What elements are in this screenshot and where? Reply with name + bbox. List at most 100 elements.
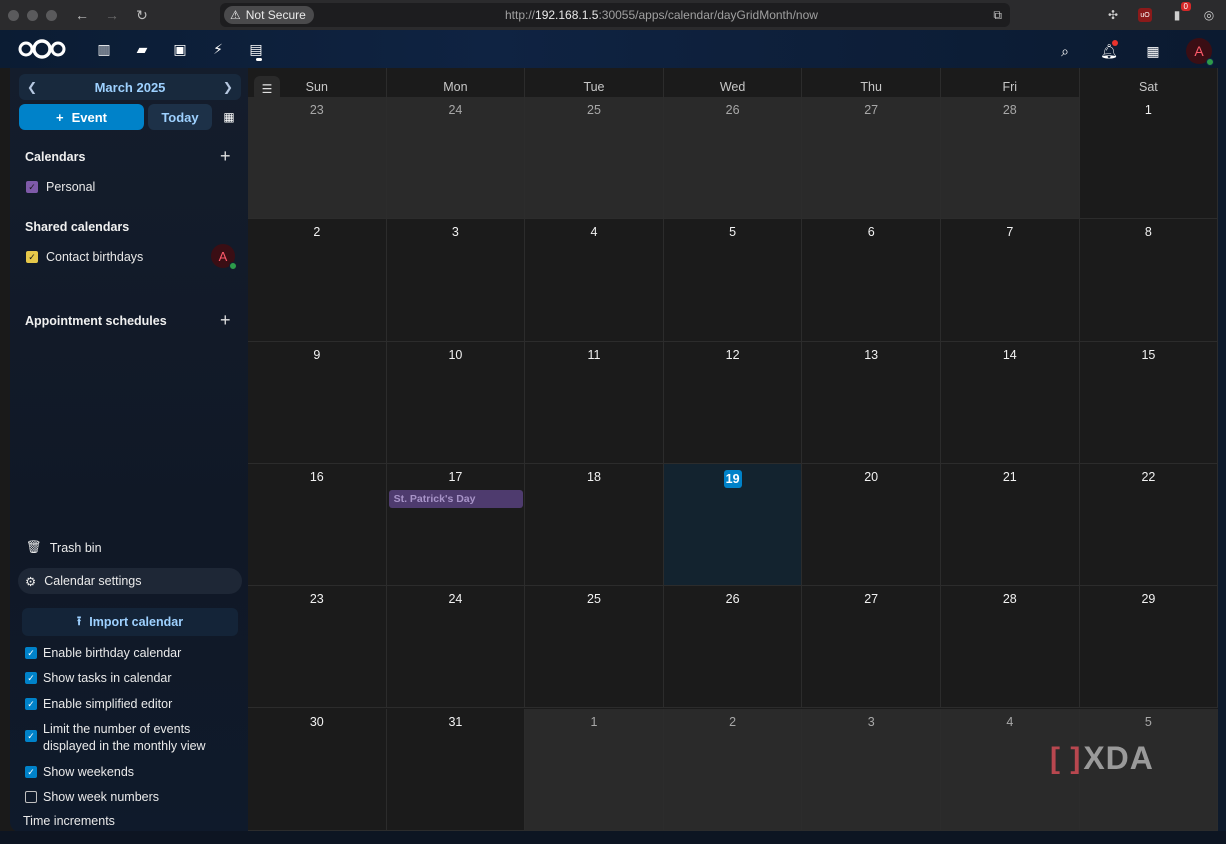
user-avatar[interactable]: A: [1186, 38, 1214, 66]
day-cell[interactable]: 8: [1079, 219, 1219, 342]
chevron-left-icon[interactable]: ❮: [27, 80, 37, 94]
day-cell[interactable]: 28: [941, 97, 1080, 220]
day-number[interactable]: 28: [941, 592, 1079, 606]
day-number[interactable]: 22: [1080, 470, 1218, 484]
day-cell[interactable]: 25: [525, 97, 664, 220]
day-cell[interactable]: 9: [248, 341, 387, 464]
nextcloud-logo-icon[interactable]: [18, 39, 66, 59]
extensions-icon[interactable]: ✣: [1104, 6, 1122, 24]
option-simplified-editor[interactable]: ✓ Enable simplified editor: [25, 696, 240, 713]
day-number[interactable]: 25: [525, 592, 663, 606]
dashboard-icon[interactable]: ▥: [94, 39, 114, 59]
day-number[interactable]: 4: [941, 715, 1079, 729]
day-cell[interactable]: 2: [248, 219, 387, 342]
bookmark-icon[interactable]: ⧉: [993, 8, 1002, 23]
security-badge[interactable]: ⚠ Not Secure: [224, 6, 314, 24]
day-number[interactable]: 18: [525, 470, 663, 484]
day-number[interactable]: 25: [525, 103, 663, 117]
day-cell[interactable]: 3: [386, 219, 526, 342]
calendar-app-icon[interactable]: ▤: [246, 39, 266, 59]
day-cell[interactable]: 23: [248, 97, 387, 220]
reload-icon[interactable]: ↻: [131, 7, 153, 24]
day-cell[interactable]: 16: [248, 463, 387, 587]
import-calendar-button[interactable]: ⭱ Import calendar: [22, 608, 238, 636]
new-event-button[interactable]: + Event: [19, 104, 144, 130]
day-number[interactable]: 24: [387, 103, 525, 117]
day-cell[interactable]: 6: [802, 219, 941, 342]
checkbox[interactable]: ✓: [25, 698, 37, 710]
today-badge[interactable]: 19: [723, 469, 742, 488]
day-number[interactable]: 31: [387, 715, 525, 729]
photos-icon[interactable]: ▣: [170, 39, 190, 59]
day-cell[interactable]: 1: [525, 708, 664, 831]
day-cell[interactable]: 17 St. Patrick's Day: [386, 463, 526, 587]
checkbox[interactable]: ✓: [25, 766, 37, 778]
checkbox[interactable]: ✓: [25, 672, 37, 684]
option-show-weekends[interactable]: ✓ Show weekends: [25, 764, 240, 781]
option-week-numbers[interactable]: Show week numbers: [25, 789, 240, 806]
day-cell[interactable]: 31: [386, 708, 526, 831]
day-number[interactable]: 4: [525, 225, 663, 239]
calendar-item-contact-birthdays[interactable]: ✓ Contact birthdays: [26, 250, 143, 264]
option-show-tasks[interactable]: ✓ Show tasks in calendar: [25, 670, 240, 687]
day-number[interactable]: 6: [802, 225, 940, 239]
calendar-color-checkbox[interactable]: ✓: [26, 251, 38, 263]
day-number[interactable]: 13: [802, 348, 940, 362]
day-cell[interactable]: 7: [941, 219, 1080, 342]
day-cell[interactable]: 23: [248, 586, 387, 709]
toggle-sidebar-icon[interactable]: ☰: [254, 76, 280, 102]
day-number[interactable]: 20: [802, 470, 940, 484]
day-cell[interactable]: 13: [802, 341, 941, 464]
option-limit-events[interactable]: ✓ Limit the number of events displayed in…: [25, 721, 240, 755]
day-cell[interactable]: 27: [802, 586, 941, 709]
day-number[interactable]: 11: [525, 348, 663, 362]
day-number[interactable]: 23: [248, 592, 386, 606]
checkbox[interactable]: [25, 791, 37, 803]
day-number[interactable]: 12: [664, 348, 802, 362]
day-cell[interactable]: 28: [941, 586, 1080, 709]
day-number[interactable]: 26: [664, 103, 802, 117]
day-cell[interactable]: 15: [1079, 341, 1219, 464]
month-picker[interactable]: ❮ March 2025 ❯: [19, 74, 241, 100]
calendar-settings-button[interactable]: ⚙ Calendar settings: [18, 568, 242, 594]
day-cell[interactable]: 21: [941, 463, 1080, 587]
day-number[interactable]: 3: [802, 715, 940, 729]
day-cell[interactable]: 22: [1079, 463, 1219, 587]
activity-icon[interactable]: ⚡: [208, 39, 228, 59]
day-number[interactable]: 3: [387, 225, 525, 239]
view-grid-icon[interactable]: ▦: [216, 104, 242, 130]
day-cell[interactable]: 20: [802, 463, 941, 587]
today-button[interactable]: Today: [148, 104, 212, 130]
day-number[interactable]: 26: [664, 592, 802, 606]
day-number[interactable]: 15: [1080, 348, 1218, 362]
day-cell[interactable]: 4: [525, 219, 664, 342]
day-number[interactable]: 9: [248, 348, 386, 362]
day-number[interactable]: 24: [387, 592, 525, 606]
day-number[interactable]: 27: [802, 103, 940, 117]
window-controls[interactable]: [8, 9, 57, 21]
event-chip[interactable]: St. Patrick's Day: [388, 489, 523, 508]
ublock-icon[interactable]: uO: [1136, 6, 1154, 24]
day-number[interactable]: 23: [248, 103, 386, 117]
checkbox[interactable]: ✓: [25, 647, 37, 659]
address-bar[interactable]: ⚠ Not Secure http://192.168.1.5:30055/ap…: [220, 3, 1010, 27]
day-cell[interactable]: 5: [663, 219, 803, 342]
day-number[interactable]: 1: [1080, 103, 1218, 117]
day-number[interactable]: 1: [525, 715, 663, 729]
day-number[interactable]: 27: [802, 592, 940, 606]
day-number[interactable]: 5: [664, 225, 802, 239]
day-cell[interactable]: 1: [1079, 97, 1219, 220]
calendar-color-checkbox[interactable]: ✓: [26, 181, 38, 193]
day-number[interactable]: 10: [387, 348, 525, 362]
day-cell[interactable]: 26: [663, 97, 803, 220]
back-icon[interactable]: ←: [71, 7, 93, 23]
day-number[interactable]: 2: [248, 225, 386, 239]
day-number[interactable]: 8: [1080, 225, 1218, 239]
day-cell[interactable]: 26: [663, 586, 803, 709]
day-cell[interactable]: 18: [525, 463, 664, 587]
calendar-item-personal[interactable]: ✓ Personal: [26, 180, 95, 194]
checkbox[interactable]: ✓: [25, 730, 37, 742]
day-number[interactable]: 17: [387, 470, 525, 484]
day-cell[interactable]: 19: [663, 463, 803, 587]
day-cell[interactable]: 25: [525, 586, 664, 709]
